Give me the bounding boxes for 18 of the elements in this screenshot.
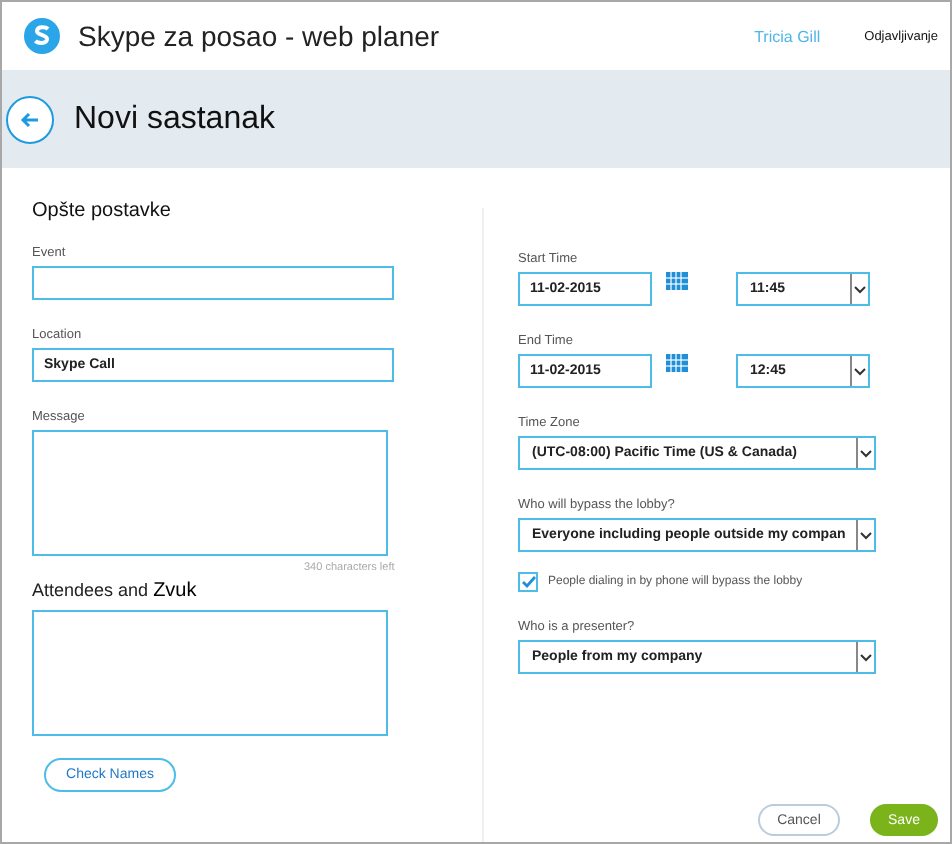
checkbox[interactable]: [518, 572, 538, 592]
back-button[interactable]: [6, 95, 54, 143]
event-field[interactable]: [32, 266, 394, 300]
calendar-icon[interactable]: [666, 354, 688, 372]
caret-icon: [850, 356, 868, 386]
attendees-field[interactable]: [32, 610, 388, 736]
arrow-icon: [20, 111, 40, 127]
caret-icon: [856, 520, 874, 550]
caret-icon: [850, 274, 868, 304]
section-title: Attendees and Zvuk: [32, 580, 199, 602]
section-title: Opšte postavke: [32, 200, 173, 222]
app-title: Skype za posao - web planer: [78, 20, 442, 52]
caret-icon: [856, 438, 874, 468]
message-field[interactable]: [32, 430, 388, 556]
caret-icon: [856, 642, 874, 672]
page-title: Novi sastanak: [74, 101, 275, 137]
calendar-icon[interactable]: [666, 272, 688, 290]
skype-logo-icon: [22, 16, 62, 56]
